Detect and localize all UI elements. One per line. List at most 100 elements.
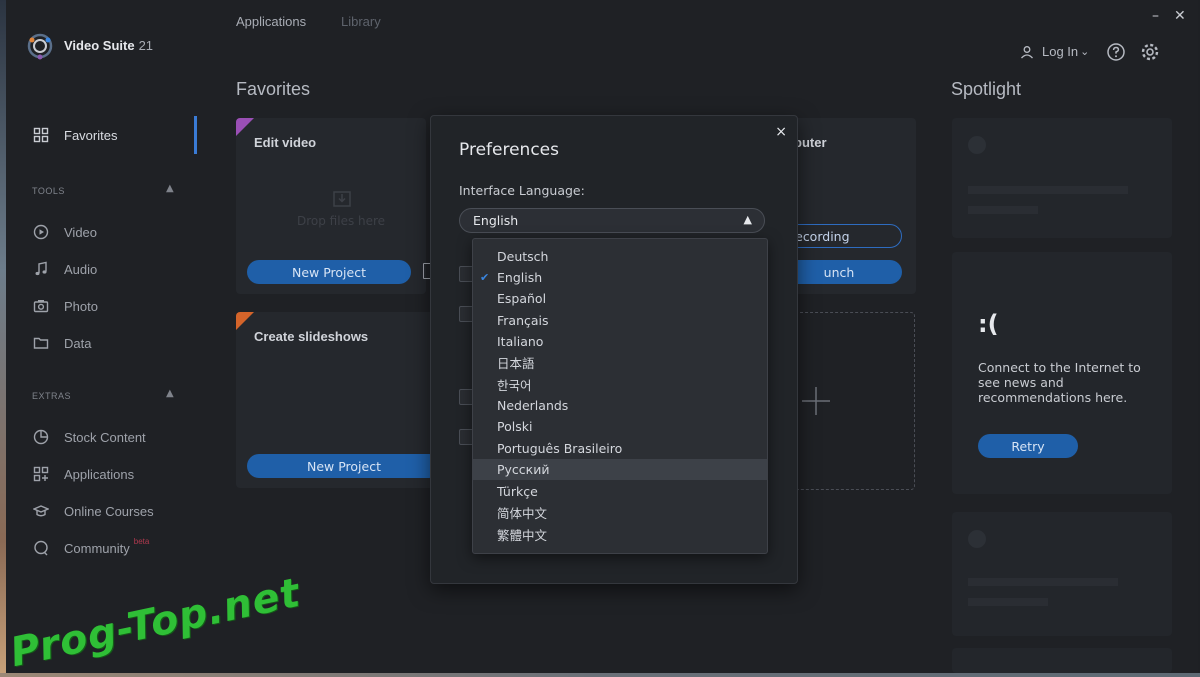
placeholder-avatar: [968, 136, 986, 154]
card-accent-corner: [236, 118, 254, 136]
language-option-espanol[interactable]: Español: [473, 288, 767, 309]
language-dropdown: Deutsch ✔ English Español Français Italia…: [472, 238, 768, 554]
sidebar-item-stock-content[interactable]: Stock Content: [32, 425, 146, 449]
app-logo-icon: [27, 33, 53, 60]
login-button[interactable]: Log In ⌄: [1020, 44, 1089, 59]
sidebar: Video Suite 21 Favorites TOOLS ▲ Video Au…: [6, 0, 206, 673]
spotlight-placeholder-card: [952, 512, 1172, 636]
help-icon[interactable]: [1106, 42, 1126, 62]
user-icon: [1021, 45, 1033, 58]
graduation-cap-icon: [32, 502, 50, 520]
option-label: Русский: [497, 462, 550, 477]
pie-chart-icon: [32, 428, 50, 446]
language-option-korean[interactable]: 한국어: [473, 374, 767, 395]
option-label: Italiano: [497, 334, 544, 349]
apps-plus-icon: [32, 465, 50, 483]
sidebar-item-label: Audio: [64, 261, 98, 277]
sidebar-item-label: Stock Content: [64, 429, 146, 445]
gear-icon[interactable]: [1140, 42, 1160, 62]
retry-button[interactable]: Retry: [978, 434, 1078, 458]
language-option-polski[interactable]: Polski: [473, 416, 767, 437]
language-option-deutsch[interactable]: Deutsch: [473, 246, 767, 267]
language-option-english[interactable]: ✔ English: [473, 267, 767, 288]
spotlight-placeholder-card: [952, 118, 1172, 238]
edit-video-card[interactable]: Edit video Drop files here New Project: [236, 118, 426, 294]
minimize-button[interactable]: –: [1152, 8, 1159, 24]
card-accent-corner: [236, 312, 254, 330]
login-label: Log In: [1042, 44, 1079, 59]
language-option-francais[interactable]: Français: [473, 310, 767, 331]
sidebar-item-photo[interactable]: Photo: [32, 294, 98, 318]
language-select[interactable]: English ▲: [459, 208, 765, 233]
card-title: Edit video: [254, 135, 317, 150]
desktop-background-bottom: [0, 673, 1200, 677]
option-label: 繁體中文: [497, 528, 548, 543]
new-project-button[interactable]: New Project: [247, 260, 411, 284]
sad-face: :(: [978, 310, 999, 338]
new-project-button[interactable]: New Project: [247, 454, 436, 478]
sidebar-item-label: Video: [64, 224, 98, 240]
sidebar-item-online-courses[interactable]: Online Courses: [32, 499, 154, 523]
active-indicator: [194, 116, 197, 154]
language-label: Interface Language:: [459, 183, 585, 198]
download-icon: [333, 191, 351, 207]
option-label: Nederlands: [497, 398, 569, 413]
sidebar-item-favorites[interactable]: Favorites: [32, 123, 117, 147]
tools-section-label: TOOLS: [32, 186, 65, 196]
placeholder-line: [968, 186, 1128, 194]
sidebar-item-label: Favorites: [64, 127, 118, 143]
card-title: Create slideshows: [254, 329, 369, 344]
language-option-chinese-traditional[interactable]: 繁體中文: [473, 524, 767, 545]
placeholder-line: [968, 206, 1038, 214]
sidebar-item-label: Applications: [64, 466, 135, 482]
sidebar-item-data[interactable]: Data: [32, 331, 91, 355]
chevron-down-icon: ⌄: [1080, 46, 1090, 58]
tab-library[interactable]: Library: [341, 14, 381, 29]
option-label: Français: [497, 313, 549, 328]
sidebar-item-label: Data: [64, 335, 92, 351]
drop-files-hint: Drop files here: [297, 214, 386, 228]
create-slideshows-card[interactable]: Create slideshows New Project: [236, 312, 436, 488]
checkmark-icon: ✔: [480, 271, 490, 284]
beta-badge: beta: [133, 536, 150, 546]
option-label: Español: [497, 291, 547, 306]
sidebar-item-video[interactable]: Video: [32, 220, 97, 244]
selected-language: English: [473, 213, 519, 228]
language-option-russian[interactable]: Русский: [473, 459, 767, 480]
option-label: 한국어: [497, 378, 532, 393]
option-label: 简体中文: [497, 506, 548, 521]
collapse-tools-chevron-icon[interactable]: ▲: [166, 183, 174, 194]
camera-icon: [32, 297, 50, 315]
sidebar-item-applications[interactable]: Applications: [32, 462, 134, 486]
app-window: Video Suite 21 Favorites TOOLS ▲ Video Au…: [6, 0, 1198, 673]
placeholder-line: [968, 578, 1118, 586]
language-option-italiano[interactable]: Italiano: [473, 331, 767, 352]
language-option-turkce[interactable]: Türkçe: [473, 481, 767, 502]
option-label: Türkçe: [497, 484, 538, 499]
plus-icon: [802, 387, 830, 415]
option-label: English: [497, 270, 543, 285]
sidebar-item-community[interactable]: Community beta: [32, 536, 149, 560]
sidebar-item-label: Community: [64, 540, 130, 556]
sidebar-item-audio[interactable]: Audio: [32, 257, 97, 281]
option-label: Polski: [497, 419, 533, 434]
chat-bubble-icon: [32, 539, 50, 557]
favorites-heading: Favorites: [236, 79, 311, 99]
folder-icon: [32, 334, 50, 352]
close-window-button[interactable]: ✕: [1174, 8, 1186, 24]
language-option-chinese-simplified[interactable]: 简体中文: [473, 502, 767, 523]
app-name: Video Suite: [64, 38, 135, 53]
language-option-portugues[interactable]: Português Brasileiro: [473, 438, 767, 459]
close-icon[interactable]: ×: [775, 124, 787, 140]
play-circle-icon: [32, 223, 50, 241]
option-label: Português Brasileiro: [497, 441, 623, 456]
language-option-japanese[interactable]: 日本語: [473, 352, 767, 373]
collapse-extras-chevron-icon[interactable]: ▲: [166, 388, 174, 399]
grid-icon: [32, 126, 50, 144]
app-title: Video Suite 21: [64, 38, 153, 53]
tab-applications[interactable]: Applications: [236, 14, 306, 29]
sidebar-item-label: Photo: [64, 298, 98, 314]
sidebar-item-label: Online Courses: [64, 503, 154, 519]
language-option-nederlands[interactable]: Nederlands: [473, 395, 767, 416]
placeholder-line: [968, 598, 1048, 606]
